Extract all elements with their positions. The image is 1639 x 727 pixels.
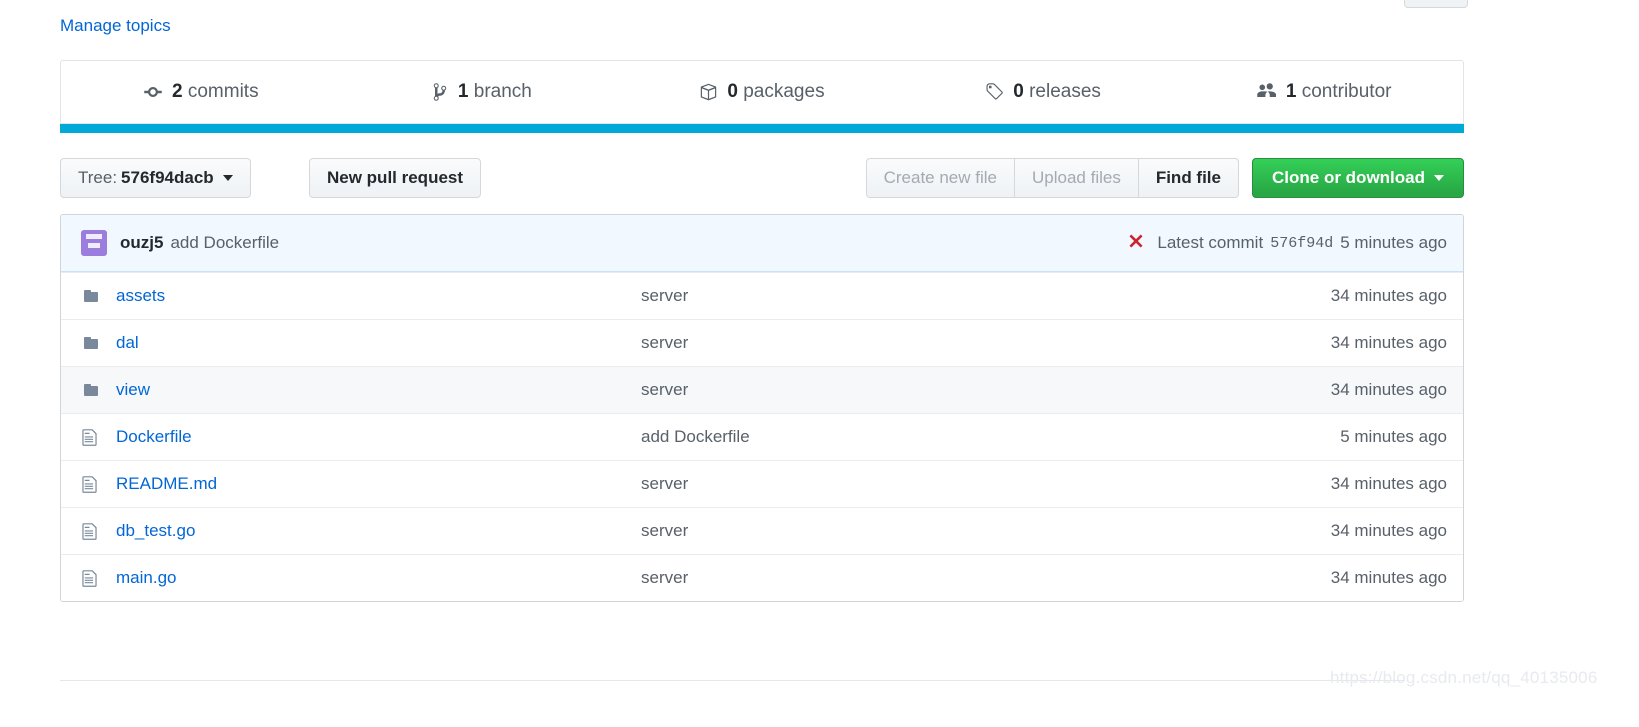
file-age: 5 minutes ago <box>1340 427 1447 446</box>
stat-count: 1 <box>457 81 469 102</box>
find-file-button[interactable]: Find file <box>1137 158 1239 198</box>
repository-stats: 2 commits 1 branch 0 packages 0 releases <box>60 60 1464 133</box>
file-name-link[interactable]: dal <box>116 333 641 353</box>
stat-label: branch <box>473 81 532 102</box>
tree-ref-label: 576f94dacb <box>121 168 214 187</box>
file-name-link[interactable]: assets <box>116 286 641 306</box>
commit-sha-link[interactable]: 576f94d <box>1270 235 1333 252</box>
stat-label: releases <box>1029 81 1101 102</box>
stats-bar: 2 commits 1 branch 0 packages 0 releases <box>60 60 1464 124</box>
stat-count: 2 <box>172 81 183 102</box>
clone-or-download-button[interactable]: Clone or download <box>1252 158 1464 198</box>
tree-prefix-label: Tree: <box>78 168 118 187</box>
file-name-link[interactable]: Dockerfile <box>116 427 641 447</box>
file-listing: ouzj5 add Dockerfile Latest commit 576f9… <box>60 214 1464 602</box>
stat-branches[interactable]: 1 branch <box>342 61 623 123</box>
stat-count: 0 <box>1013 81 1024 102</box>
file-age: 34 minutes ago <box>1330 286 1447 305</box>
create-new-file-button[interactable]: Create new file <box>865 158 1014 198</box>
file-age: 34 minutes ago <box>1330 521 1447 540</box>
commit-meta: Latest commit 576f94d 5 minutes ago <box>1126 231 1447 256</box>
file-age: 34 minutes ago <box>1330 380 1447 399</box>
chevron-down-icon <box>1434 175 1444 181</box>
commit-message-link[interactable]: add Dockerfile <box>170 233 279 253</box>
stat-count: 1 <box>1285 81 1297 102</box>
new-pull-request-button[interactable]: New pull request <box>309 158 482 198</box>
file-name-link[interactable]: README.md <box>116 474 641 494</box>
file-name-link[interactable]: main.go <box>116 568 641 588</box>
people-icon <box>1255 82 1277 102</box>
stat-label: contributor <box>1301 81 1392 102</box>
repo-toolbar: Tree: 576f94dacb New pull request Create… <box>60 158 1464 198</box>
commit-age: 5 minutes ago <box>1340 233 1447 252</box>
clone-button-label: Clone or download <box>1272 168 1425 187</box>
stat-packages[interactable]: 0 packages <box>622 61 903 123</box>
file-age: 34 minutes ago <box>1330 568 1447 587</box>
stat-contributors[interactable]: 1 contributor <box>1183 61 1463 123</box>
stat-releases[interactable]: 0 releases <box>903 61 1184 123</box>
latest-commit-label: Latest commit <box>1157 233 1264 252</box>
file-commit-message[interactable]: server <box>641 568 1331 588</box>
table-row[interactable]: view server 34 minutes ago <box>61 366 1463 413</box>
file-age: 34 minutes ago <box>1330 333 1447 352</box>
chevron-down-icon <box>222 175 233 181</box>
table-row[interactable]: assets server 34 minutes ago <box>61 272 1463 319</box>
file-actions-button-group: Create new file Upload files Find file <box>865 158 1239 198</box>
package-icon <box>699 82 718 102</box>
branch-select-button[interactable]: Tree: 576f94dacb <box>60 158 251 198</box>
branch-icon <box>431 82 449 102</box>
latest-commit-header: ouzj5 add Dockerfile Latest commit 576f9… <box>61 215 1463 272</box>
top-right-partial-button[interactable] <box>1404 0 1468 8</box>
folder-icon <box>81 288 101 304</box>
watermark-text: https://blog.csdn.net/qq_40135006 <box>1330 668 1598 687</box>
commit-icon <box>143 82 163 102</box>
file-icon <box>81 428 101 447</box>
folder-icon <box>81 382 101 398</box>
avatar[interactable] <box>81 230 107 256</box>
file-commit-message[interactable]: server <box>641 333 1331 353</box>
footer-divider <box>60 680 1405 681</box>
repository-page: Manage topics 2 commits 1 branch 0 packa… <box>0 0 1639 727</box>
file-icon <box>81 569 101 588</box>
file-commit-message[interactable]: server <box>641 474 1331 494</box>
tag-icon <box>984 82 1004 102</box>
file-commit-message[interactable]: server <box>641 380 1331 400</box>
upload-files-button[interactable]: Upload files <box>1014 158 1138 198</box>
table-row[interactable]: main.go server 34 minutes ago <box>61 554 1463 601</box>
file-commit-message[interactable]: server <box>641 286 1331 306</box>
stat-label: packages <box>743 81 825 102</box>
file-name-link[interactable]: view <box>116 380 641 400</box>
table-row[interactable]: README.md server 34 minutes ago <box>61 460 1463 507</box>
table-row[interactable]: Dockerfile add Dockerfile 5 minutes ago <box>61 413 1463 460</box>
folder-icon <box>81 335 101 351</box>
table-row[interactable]: dal server 34 minutes ago <box>61 319 1463 366</box>
file-age: 34 minutes ago <box>1330 474 1447 493</box>
table-row[interactable]: db_test.go server 34 minutes ago <box>61 507 1463 554</box>
file-icon <box>81 475 101 494</box>
stat-count: 0 <box>727 81 738 102</box>
commit-author-link[interactable]: ouzj5 <box>120 233 163 253</box>
file-commit-message[interactable]: server <box>641 521 1331 541</box>
stat-label: commits <box>187 81 259 102</box>
page-loading-bar <box>60 124 1464 133</box>
file-name-link[interactable]: db_test.go <box>116 521 641 541</box>
x-icon[interactable] <box>1126 231 1146 256</box>
manage-topics-link[interactable]: Manage topics <box>60 16 171 36</box>
file-commit-message[interactable]: add Dockerfile <box>641 427 1340 447</box>
repo-actions-group: Create new file Upload files Find file C… <box>865 158 1464 198</box>
stat-commits[interactable]: 2 commits <box>61 61 342 123</box>
file-icon <box>81 522 101 541</box>
